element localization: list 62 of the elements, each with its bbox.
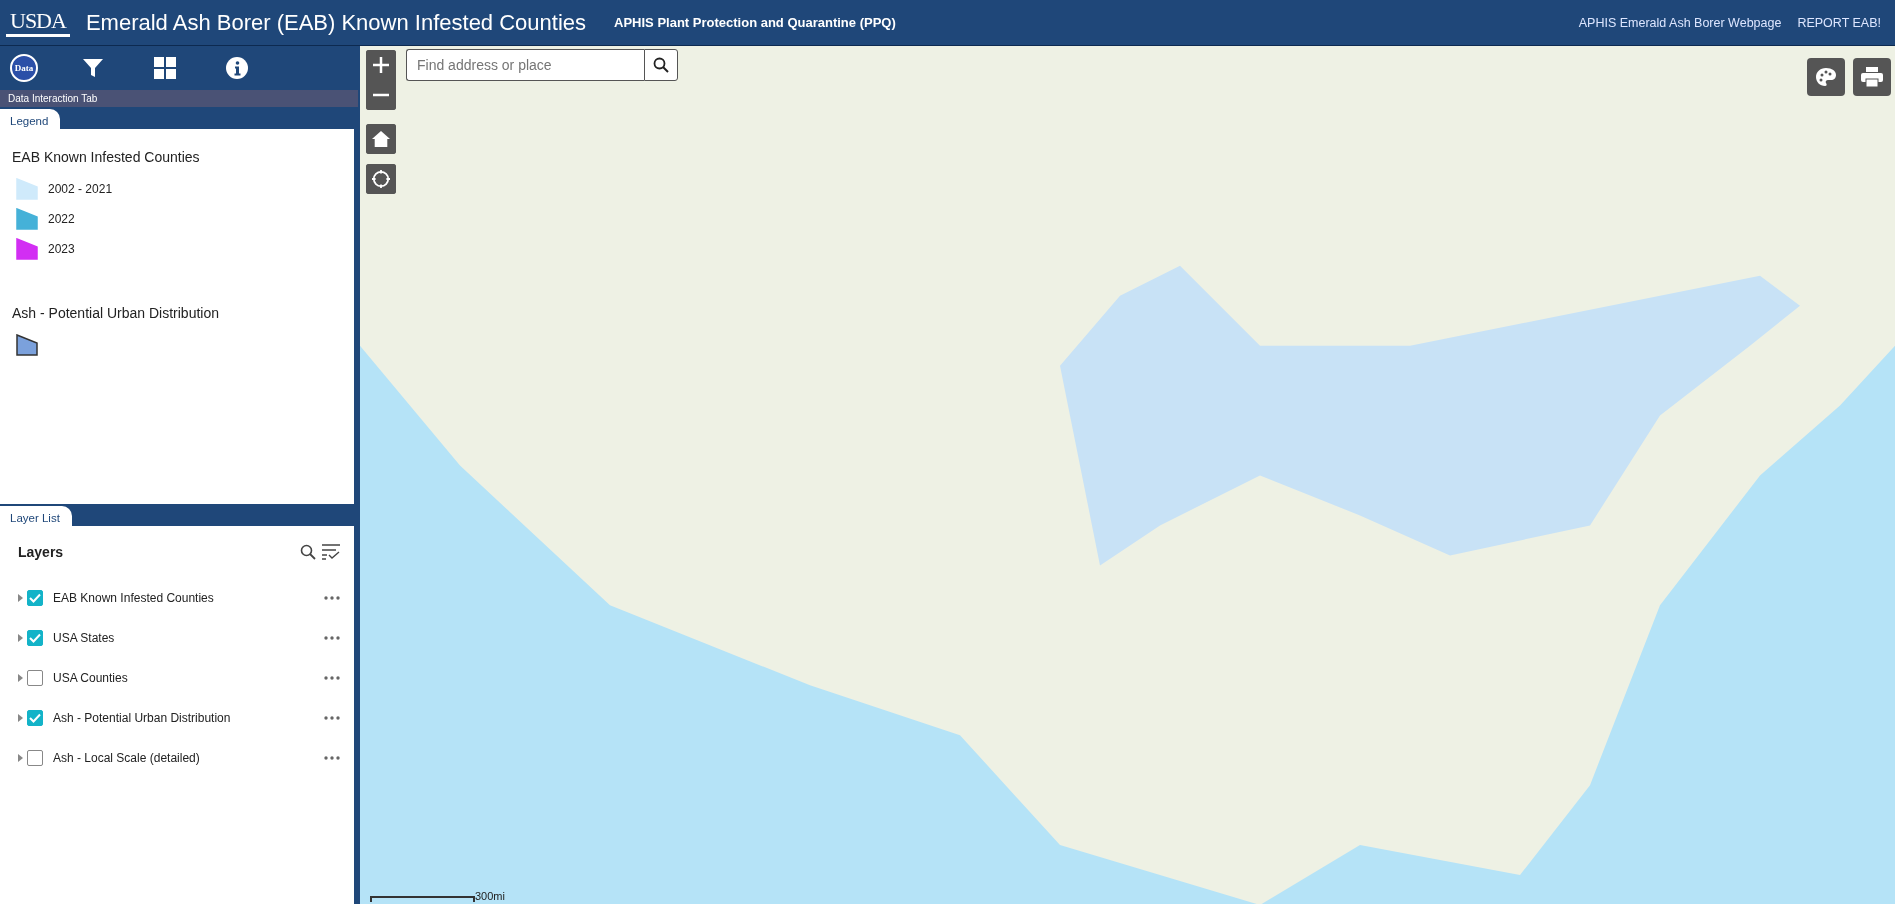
- search-icon: [653, 57, 669, 73]
- expand-caret-icon[interactable]: [18, 754, 23, 762]
- app-subtitle: APHIS Plant Protection and Quarantine (PPQ): [614, 15, 896, 30]
- layers-title: Layers: [18, 544, 65, 560]
- layer-checkbox[interactable]: [27, 630, 43, 646]
- plus-icon: [373, 57, 389, 73]
- minus-icon: [373, 93, 389, 97]
- toolbar-caption: Data Interaction Tab: [0, 90, 358, 107]
- printer-icon: [1861, 67, 1883, 87]
- expand-caret-icon[interactable]: [18, 714, 23, 722]
- layer-name: Ash - Local Scale (detailed): [53, 751, 201, 765]
- layer-name: EAB Known Infested Counties: [53, 591, 215, 605]
- expand-caret-icon[interactable]: [18, 594, 23, 602]
- more-icon: [324, 596, 340, 600]
- palette-icon: [1815, 67, 1837, 87]
- layer-name: USA States: [53, 631, 116, 645]
- print-button[interactable]: [1853, 58, 1891, 96]
- filter-icon: [82, 57, 104, 79]
- locate-button[interactable]: [366, 164, 396, 194]
- more-options-button[interactable]: [324, 676, 340, 680]
- layer-checkbox[interactable]: [27, 670, 43, 686]
- more-options-button[interactable]: [324, 756, 340, 760]
- more-icon: [324, 636, 340, 640]
- layer-checkbox[interactable]: [27, 750, 43, 766]
- more-options-button[interactable]: [324, 716, 340, 720]
- info-icon: [226, 57, 248, 79]
- scale-label: 300mi: [475, 890, 505, 902]
- expand-caret-icon[interactable]: [18, 634, 23, 642]
- layer-name: USA Counties: [53, 671, 129, 685]
- basemap-button[interactable]: [1807, 58, 1845, 96]
- more-icon: [324, 756, 340, 760]
- data-badge-icon: Data: [10, 54, 38, 82]
- header-link[interactable]: APHIS Emerald Ash Borer Webpage: [1578, 15, 1782, 30]
- legend-group-title: Ash - Potential Urban Distribution: [12, 305, 220, 321]
- more-options-button[interactable]: [324, 596, 340, 600]
- legend-label: 2002 - 2021: [48, 182, 113, 196]
- layer-list-tab[interactable]: Layer List: [0, 506, 72, 526]
- legend-label: 2022: [48, 212, 75, 226]
- legend-tab[interactable]: Legend: [0, 109, 61, 129]
- home-button[interactable]: [366, 124, 396, 154]
- app-title: Emerald Ash Borer (EAB) Known Infested Counties: [85, 9, 587, 36]
- layer-checkbox[interactable]: [27, 710, 43, 726]
- toolbar-button[interactable]: Data: [8, 48, 80, 88]
- more-options-button[interactable]: [324, 636, 340, 640]
- search-button[interactable]: [644, 49, 678, 81]
- search-button[interactable]: [300, 544, 316, 560]
- filter-list-button[interactable]: [322, 544, 340, 560]
- legend-group-title: EAB Known Infested Counties: [12, 149, 201, 165]
- list-check-icon: [322, 544, 340, 560]
- more-icon: [324, 676, 340, 680]
- crosshair-icon: [372, 169, 390, 189]
- legend-label: 2023: [48, 242, 75, 256]
- header-link[interactable]: REPORT EAB!: [1797, 15, 1881, 30]
- more-icon: [324, 716, 340, 720]
- grid-icon: [154, 57, 176, 79]
- expand-caret-icon[interactable]: [18, 674, 23, 682]
- home-icon: [372, 130, 390, 148]
- layer-name: Ash - Potential Urban Distribution: [53, 711, 232, 725]
- layer-checkbox[interactable]: [27, 590, 43, 606]
- usda-logo: USDA: [6, 8, 70, 37]
- search-field[interactable]: Find address or place: [406, 49, 644, 81]
- search-icon: [300, 544, 316, 560]
